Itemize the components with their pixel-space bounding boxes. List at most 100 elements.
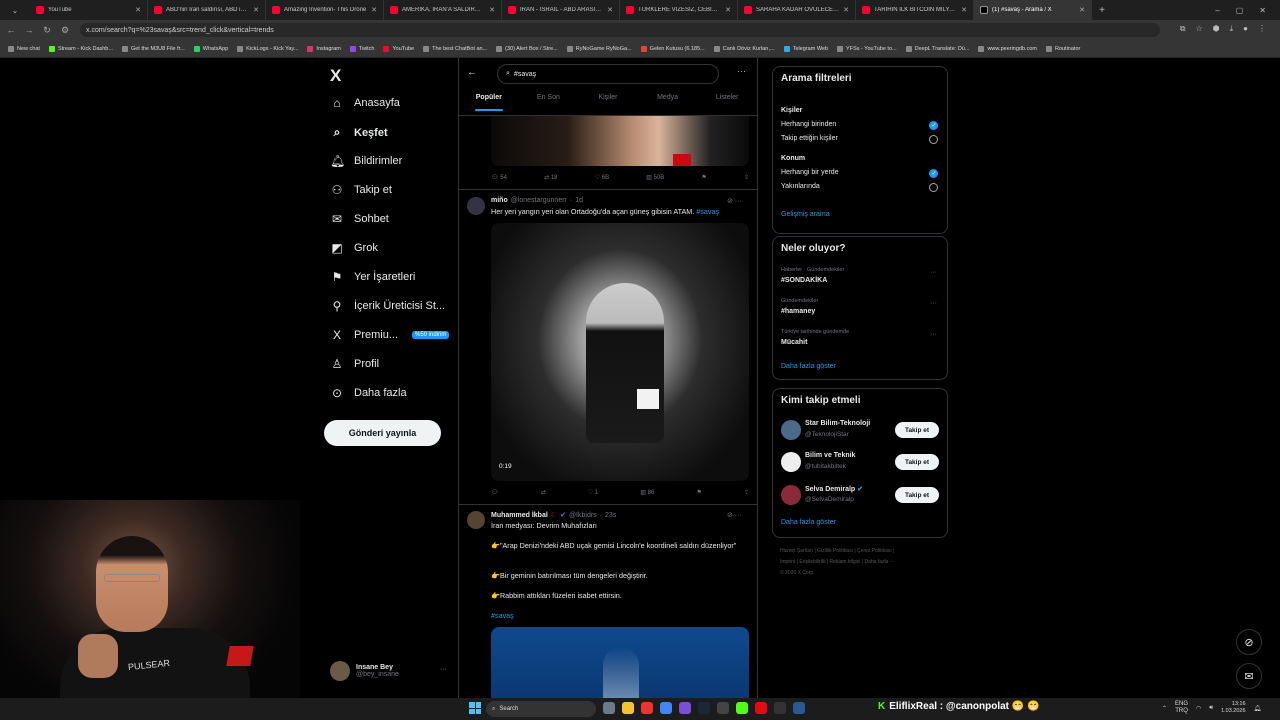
more-icon[interactable]: ··· [737,66,746,76]
browser-tab[interactable]: TÜRKLERE VİZESİZ, CEBİNİZİ YO...✕ [620,0,738,20]
account-name[interactable]: Bilim ve Teknik [805,452,855,459]
close-icon[interactable]: ✕ [961,6,967,14]
repost-button[interactable]: ⇄ [541,489,546,496]
author-handle[interactable]: @Ikbidrs [569,512,597,519]
back-arrow-icon[interactable]: ← [4,25,18,35]
bookmark-icon[interactable]: ⚑ [701,174,706,181]
nav-follow[interactable]: ⚇ Takip et [330,183,392,197]
maximize-icon[interactable]: ▢ [1236,6,1244,15]
views-button[interactable]: ▥ 50B [646,174,664,181]
close-window-icon[interactable]: ✕ [1259,6,1266,15]
filter-option[interactable]: Herhangi bir yerde [781,169,839,176]
netflix-icon[interactable] [755,702,767,714]
app-icon[interactable] [736,702,748,714]
like-button[interactable]: ♡ 6B [595,174,609,181]
account-handle[interactable]: @TeknolojiStar [805,431,849,438]
nav-notifications[interactable]: 🔔︎ Bildirimler [330,154,402,168]
menu-icon[interactable]: ⋮ [1258,24,1266,34]
account-switcher[interactable]: Insane Bey @bey_insane ··· [330,661,447,681]
opera-icon[interactable] [641,702,653,714]
trend-item[interactable]: Mücahit [781,339,807,346]
more-icon[interactable]: ··· [440,666,447,673]
bookmark[interactable]: WhatsApp [193,45,228,52]
search-input[interactable]: ⌕ #savaş [497,64,719,84]
browser-tab[interactable]: ABD'nin İran saldırısı, ABD için... ✕ [148,0,266,20]
account-handle[interactable]: @tubitakbiltek [805,463,846,470]
avatar[interactable] [467,197,485,215]
nav-home[interactable]: ⌂ Anasayfa [330,96,400,110]
messages-icon[interactable]: ✉ [1236,663,1262,689]
tab-people[interactable]: Kişiler [578,94,638,111]
reload-icon[interactable]: ↻ [40,25,54,36]
close-icon[interactable]: ✕ [489,6,495,14]
bookmark[interactable]: KickLogs - Kick Yay... [237,45,298,52]
views-button[interactable]: ▥ 86 [640,489,654,496]
bookmark[interactable]: Gelen Kutusu (6.185... [640,45,705,52]
radio[interactable] [929,135,938,144]
browser-tab[interactable]: YouTube ✕ [30,0,148,20]
bookmark[interactable]: YFSs - YouTube to... [837,45,897,52]
tray-arrow-icon[interactable]: ⌃ [1162,705,1167,712]
author-name[interactable]: miño [491,197,508,204]
browser-tab[interactable]: AMERİKA, İRAN'A SALDIRDI | T... ✕ [384,0,502,20]
bookmark[interactable]: Routinator [1045,45,1080,52]
bookmark[interactable]: The best ChatBot an... [423,45,487,52]
post-image[interactable] [491,114,749,166]
trend-item[interactable]: #hamaney [781,308,815,315]
bookmark[interactable]: www.peeringdb.com [978,45,1037,52]
filter-option[interactable]: Yakınlarında [781,183,820,190]
avatar[interactable] [781,420,801,440]
account-icon[interactable]: ● [1243,24,1248,34]
bookmark[interactable]: Telegram Web [783,45,828,52]
bookmark[interactable]: (30) Alert Box / Stre... [496,45,558,52]
bookmark[interactable]: DeepL Translate: Dü... [905,45,969,52]
extensions-icon[interactable]: ⬢ [1213,24,1220,34]
filter-option[interactable]: Herhangi birinden [781,121,836,128]
bookmark-icon[interactable]: ⚑ [696,489,701,496]
more-icon[interactable]: ··· [930,300,937,307]
share-icon[interactable]: ⇪ [744,489,749,496]
radio-selected[interactable] [929,169,938,178]
browser-tab[interactable]: SARAHA KADAR ÖVÜLECEK OY... ✕ [738,0,856,20]
nav-creator-studio[interactable]: ⚲ İçerik Üreticisi St... [330,299,445,313]
forward-arrow-icon[interactable]: → [22,25,36,35]
footer-line[interactable]: Imprint | Erişilebilirlik | Reklam bilgi… [780,557,950,568]
reply-button[interactable]: 💬︎ [491,489,499,496]
minimize-icon[interactable]: – [1215,6,1219,15]
app-icon[interactable] [774,702,786,714]
avatar[interactable] [781,485,801,505]
like-button[interactable]: ♡ 1 [588,489,598,496]
nav-bookmarks[interactable]: ⚑ Yer İşaretleri [330,270,416,284]
x-logo-icon[interactable]: X [330,66,341,86]
hashtag-link[interactable]: #savaş [491,611,749,621]
nav-profile[interactable]: ♙ Profil [330,357,379,371]
bookmark[interactable]: New chat [8,45,40,52]
hashtag-link[interactable]: #savaş [696,207,719,216]
avatar[interactable] [781,452,801,472]
follow-button[interactable]: Takip et [895,487,939,503]
avatar[interactable] [467,511,485,529]
tab-media[interactable]: Medya [638,94,698,111]
app-icon[interactable] [603,702,615,714]
browser-tab-active[interactable]: (1) #savaş - Arama / X ✕ [974,0,1092,20]
tab-latest[interactable]: En Son [519,94,579,111]
clock[interactable]: 13:16 1.03.2026 [1221,701,1245,715]
close-icon[interactable]: ✕ [725,6,731,14]
account-name[interactable]: Star Bilim-Teknoloji [805,420,870,427]
app-icon[interactable] [679,702,691,714]
close-icon[interactable]: ✕ [371,6,377,14]
post-time[interactable]: 23s [605,512,616,519]
notifications-icon[interactable]: 🔔︎ [1254,705,1262,712]
share-icon[interactable]: ⇪ [744,174,749,181]
download-icon[interactable]: ⤓ [1230,24,1234,34]
chrome-icon[interactable] [660,702,672,714]
post-video[interactable]: 0:19 [491,223,749,481]
language-indicator[interactable]: ENG TRQ [1175,701,1188,715]
volume-icon[interactable]: 🔊︎ [1209,705,1213,712]
browser-tab[interactable]: İRAN - İSRAİL - ABD ARASINDA ✕ [502,0,620,20]
translate-icon[interactable]: ⧉ [1180,24,1186,34]
footer-line[interactable]: Hizmet Şartları | Gizlilik Politikası | … [780,546,950,557]
follow-button[interactable]: Takip et [895,454,939,470]
radio[interactable] [929,183,938,192]
star-icon[interactable]: ☆ [1195,24,1202,34]
